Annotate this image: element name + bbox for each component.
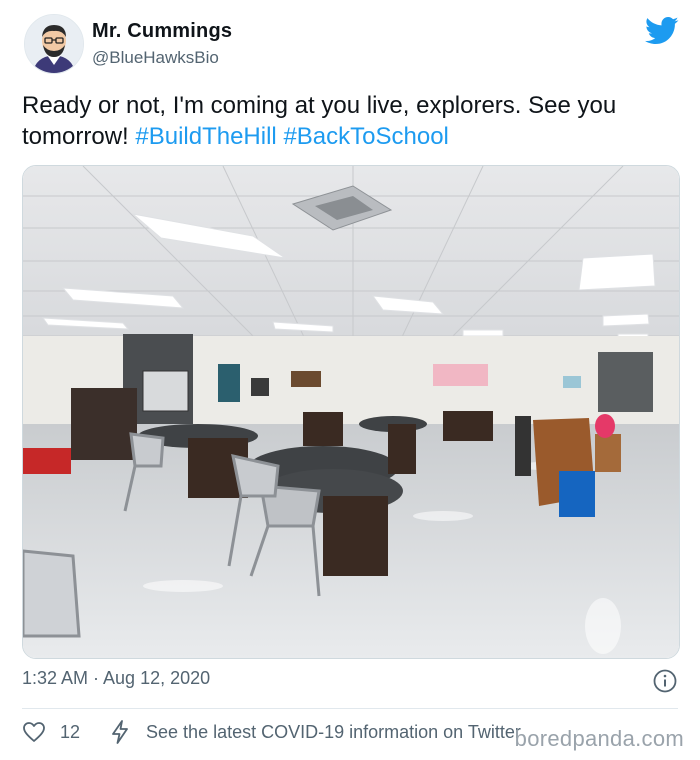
like-count[interactable]: 12 [60,722,80,743]
heart-icon[interactable] [22,720,46,744]
tweet-actions: 12 See the latest COVID-19 information o… [22,718,521,746]
info-icon[interactable] [653,669,677,693]
tweet-timestamp[interactable]: 1:32 AM · Aug 12, 2020 [22,668,210,689]
watermark: boredpanda.com [514,726,684,751]
tweet-photo[interactable] [22,165,680,659]
avatar[interactable] [24,14,84,74]
author-name[interactable]: Mr. Cummings [92,20,232,43]
author-handle[interactable]: @BlueHawksBio [92,48,219,68]
tweet-text: Ready or not, I'm coming at you live, ex… [22,90,672,152]
divider [22,708,678,709]
hashtag-buildthehill[interactable]: #BuildTheHill [135,123,276,150]
twitter-bird-icon[interactable] [645,16,679,46]
covid-info-link[interactable]: See the latest COVID-19 information on T… [146,722,521,743]
hashtag-backtoschool[interactable]: #BackToSchool [283,123,448,150]
lightning-icon [112,720,128,744]
classroom-photo [23,166,679,658]
